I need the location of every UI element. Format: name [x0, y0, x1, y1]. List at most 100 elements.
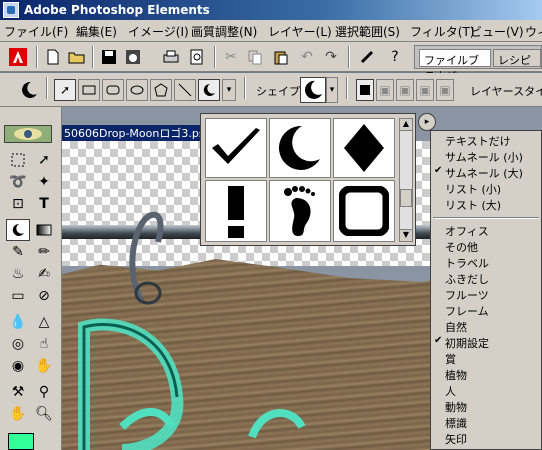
menu-view[interactable]: ビュー(V) — [470, 23, 524, 40]
undo-icon[interactable]: ↶ — [296, 46, 318, 68]
hand-tool-icon[interactable]: ✋ — [6, 403, 30, 425]
ellipse-tool-icon[interactable] — [126, 79, 148, 101]
new-file-icon[interactable] — [42, 46, 64, 68]
save-icon[interactable] — [98, 46, 120, 68]
clone-stamp-tool-icon[interactable]: ⚒ — [6, 381, 30, 403]
sponge-tool-icon[interactable]: ◎ — [6, 333, 30, 355]
shape-option-exclamation[interactable] — [205, 180, 267, 242]
lasso-tool-icon[interactable]: ➰ — [6, 171, 30, 193]
menu-item-frames[interactable]: フレーム — [431, 303, 541, 319]
blur-tool-icon[interactable]: 💧 — [6, 311, 30, 333]
add-shape-area-icon[interactable]: ▣ — [376, 79, 394, 101]
menu-item-large-list[interactable]: リスト (大) — [431, 197, 541, 213]
menu-item-signs[interactable]: 標識 — [431, 415, 541, 431]
menu-window[interactable]: ウィ — [525, 23, 542, 40]
eraser-tool-icon[interactable]: ▭ — [6, 285, 30, 307]
menu-select[interactable]: 選択範囲(S) — [335, 23, 400, 40]
document-title: 50606Drop-Moonロゴ3.psd — [64, 127, 212, 140]
tab-file-browser[interactable]: ファイルブラウザ — [419, 49, 491, 83]
copy-icon[interactable] — [244, 46, 266, 68]
shape-picker-scrollbar[interactable]: ▲ ▼ — [399, 118, 413, 242]
impressionist-brush-tool-icon[interactable]: ✍ — [32, 263, 56, 285]
menu-item-speech-balloons[interactable]: ふきだし — [431, 271, 541, 287]
menu-item-travel[interactable]: トラベル — [431, 255, 541, 271]
menu-edit[interactable]: 編集(E) — [76, 23, 117, 40]
shape-option-diamond[interactable] — [333, 118, 395, 178]
tab-recipes[interactable]: レシピ — [493, 49, 541, 67]
menu-item-arrows[interactable]: 矢印 — [431, 431, 541, 447]
shape-option-footprint[interactable] — [269, 180, 331, 242]
new-shape-layer-icon[interactable] — [356, 79, 374, 101]
rounded-rectangle-tool-icon[interactable] — [102, 79, 124, 101]
menu-item-text-only[interactable]: テキストだけ — [431, 133, 541, 149]
menu-image[interactable]: イメージ(I) — [128, 23, 189, 40]
menu-item-nature[interactable]: 自然 — [431, 319, 541, 335]
subtract-shape-area-icon[interactable]: ▣ — [396, 79, 414, 101]
menu-item-office[interactable]: オフィス — [431, 223, 541, 239]
smudge-tool-icon[interactable]: ☝ — [32, 333, 56, 355]
line-tool-icon[interactable] — [174, 79, 196, 101]
custom-shape-tool-icon[interactable] — [18, 79, 40, 101]
scroll-down-arrow-icon[interactable]: ▼ — [400, 229, 412, 241]
menu-item-people[interactable]: 人 — [431, 383, 541, 399]
menu-item-default[interactable]: ✔ 初期設定 — [431, 335, 541, 351]
paste-icon[interactable] — [270, 46, 292, 68]
marquee-tool-icon[interactable] — [6, 149, 30, 171]
app-icon[interactable] — [3, 2, 19, 18]
redo-icon[interactable]: ↷ — [320, 46, 342, 68]
pencil-tool-icon[interactable]: ✏ — [32, 241, 56, 263]
rectangle-tool-icon[interactable] — [78, 79, 100, 101]
eyedropper-tool-icon[interactable]: ⚲ — [32, 381, 56, 403]
custom-shape-button-icon[interactable] — [198, 79, 220, 101]
crop-tool-icon[interactable]: ⊡ — [6, 193, 30, 215]
type-tool-icon[interactable]: T — [32, 193, 56, 215]
shape-picker-swatch[interactable] — [300, 77, 326, 103]
magic-wand-tool-icon[interactable]: ✦ — [32, 171, 56, 193]
scroll-thumb[interactable] — [400, 189, 412, 207]
menu-file[interactable]: ファイル(F) — [4, 23, 68, 40]
open-folder-icon[interactable] — [66, 46, 88, 68]
menu-item-large-thumbnail[interactable]: ✔ サムネール (大) — [431, 165, 541, 181]
shape-picker-menu-button[interactable]: ▸ — [418, 113, 436, 131]
save-for-web-icon[interactable] — [122, 46, 144, 68]
menu-layer[interactable]: レイヤー(L) — [268, 23, 332, 40]
menu-item-awards[interactable]: 賞 — [431, 351, 541, 367]
gradient-tool-icon[interactable] — [32, 219, 56, 241]
menu-item-small-thumbnail[interactable]: サムネール (小) — [431, 149, 541, 165]
shape-picker-dropdown-icon[interactable]: ▾ — [326, 77, 338, 103]
menu-item-fruits[interactable]: フルーツ — [431, 287, 541, 303]
shape-options-dropdown-icon[interactable]: ▾ — [222, 79, 236, 101]
toolbar-separator — [46, 77, 48, 99]
zoom-tool-icon[interactable]: 🔍︎ — [32, 403, 56, 425]
shape-option-checkmark[interactable] — [205, 118, 267, 178]
menu-item-other[interactable]: その他 — [431, 239, 541, 255]
step-backward-icon[interactable] — [356, 46, 378, 68]
burn-tool-icon[interactable]: ✋ — [32, 355, 56, 377]
menu-filter[interactable]: フィルタ(T) — [410, 23, 474, 40]
polygon-tool-icon[interactable] — [150, 79, 172, 101]
help-icon[interactable]: ? — [384, 46, 406, 68]
print-preview-icon[interactable] — [186, 46, 208, 68]
dodge-tool-icon[interactable]: ◉ — [6, 355, 30, 377]
shape-option-rounded-square-frame[interactable] — [333, 180, 395, 242]
shape-option-crescent-moon[interactable] — [269, 118, 331, 178]
scroll-up-arrow-icon[interactable]: ▲ — [400, 119, 412, 131]
print-icon[interactable] — [160, 46, 182, 68]
brush-tool-icon[interactable]: ✎ — [6, 241, 30, 263]
menu-enhance[interactable]: 画質調整(N) — [191, 23, 257, 40]
red-eye-brush-tool-icon[interactable]: ⊘ — [32, 285, 56, 307]
menu-item-plants[interactable]: 植物 — [431, 367, 541, 383]
adobe-logo-icon[interactable] — [4, 46, 32, 68]
move-shape-tool-icon[interactable]: ➚ — [54, 79, 76, 101]
foreground-color-swatch[interactable] — [8, 433, 34, 450]
exclude-shape-area-icon[interactable]: ▣ — [436, 79, 454, 101]
menu-item-animals[interactable]: 動物 — [431, 399, 541, 415]
menu-item-small-list[interactable]: リスト (小) — [431, 181, 541, 197]
sharpen-tool-icon[interactable]: △ — [32, 311, 56, 333]
toolbox-eye-logo — [4, 125, 52, 143]
custom-shape-tool-icon[interactable] — [6, 219, 30, 241]
intersect-shape-area-icon[interactable]: ▣ — [416, 79, 434, 101]
move-tool-icon[interactable]: ➚ — [32, 149, 56, 171]
paint-bucket-tool-icon[interactable]: ♨ — [6, 263, 30, 285]
cut-icon[interactable]: ✂ — [220, 46, 242, 68]
